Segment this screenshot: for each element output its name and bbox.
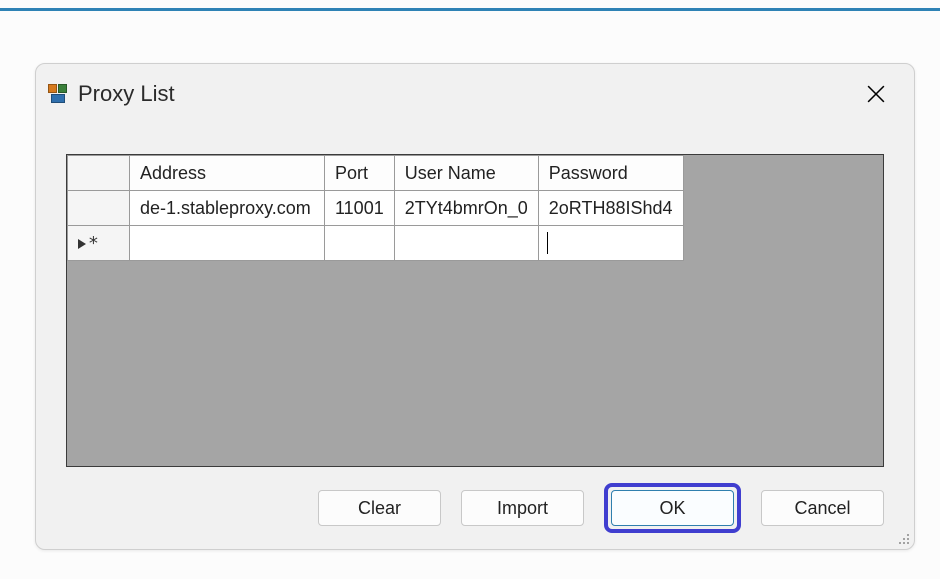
cell-address[interactable]: de-1.stableproxy.com: [130, 191, 325, 226]
data-grid-area[interactable]: Address Port User Name Password de-1.sta…: [66, 154, 884, 467]
row-header[interactable]: [68, 191, 130, 226]
close-button[interactable]: [856, 74, 896, 114]
new-cell-user[interactable]: [394, 226, 538, 261]
resize-grip[interactable]: [896, 531, 910, 545]
title-bar: Proxy List: [36, 64, 914, 124]
column-header-port[interactable]: Port: [325, 156, 395, 191]
ok-button[interactable]: OK: [611, 490, 734, 526]
cell-port[interactable]: 11001: [325, 191, 395, 226]
dialog-title: Proxy List: [78, 81, 856, 107]
column-header-user[interactable]: User Name: [394, 156, 538, 191]
ok-button-highlight: OK: [604, 483, 741, 533]
new-cell-address[interactable]: [130, 226, 325, 261]
text-cursor: [547, 232, 549, 254]
import-button[interactable]: Import: [461, 490, 584, 526]
cell-password[interactable]: 2oRTH88IShd4: [538, 191, 683, 226]
close-icon: [867, 85, 885, 103]
column-header-address[interactable]: Address: [130, 156, 325, 191]
new-row-indicator-icon: *: [78, 235, 99, 253]
cancel-button[interactable]: Cancel: [761, 490, 884, 526]
grid-header-row: Address Port User Name Password: [68, 156, 684, 191]
resize-grip-icon: [896, 531, 910, 545]
button-bar: Clear Import OK Cancel: [318, 483, 884, 533]
column-header-password[interactable]: Password: [538, 156, 683, 191]
proxy-data-grid[interactable]: Address Port User Name Password de-1.sta…: [67, 155, 684, 261]
app-icon: [48, 84, 68, 104]
page-top-border: [0, 8, 940, 11]
new-row-header[interactable]: *: [68, 226, 130, 261]
new-cell-port[interactable]: [325, 226, 395, 261]
proxy-list-dialog: Proxy List Address Port User Name Passwo…: [35, 63, 915, 550]
table-new-row[interactable]: *: [68, 226, 684, 261]
cell-user[interactable]: 2TYt4bmrOn_0: [394, 191, 538, 226]
table-row[interactable]: de-1.stableproxy.com 11001 2TYt4bmrOn_0 …: [68, 191, 684, 226]
grid-corner-cell[interactable]: [68, 156, 130, 191]
new-cell-password[interactable]: [538, 226, 683, 261]
clear-button[interactable]: Clear: [318, 490, 441, 526]
